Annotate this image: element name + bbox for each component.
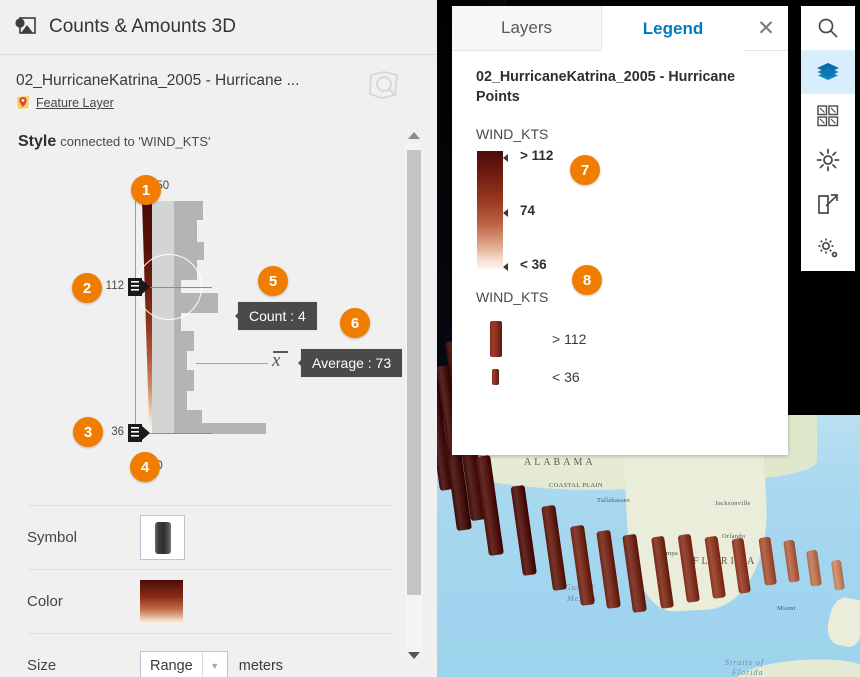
scroll-up-arrow[interactable]	[406, 128, 422, 142]
callout-badge-6: 6	[340, 308, 370, 338]
legend-size-item: > 112	[490, 320, 587, 357]
legend-color-ramp	[477, 150, 503, 269]
zoom-to-layer-icon[interactable]	[367, 69, 401, 101]
legend-tab-bar: Layers Legend ✕	[452, 6, 788, 51]
legend-size-field: WIND_KTS	[476, 288, 549, 305]
style-connected-line: Style connected to 'WIND_KTS'	[18, 133, 437, 151]
basemap-icon[interactable]	[801, 94, 855, 138]
scrollbar-thumb[interactable]	[407, 150, 421, 595]
style-field-text: connected to 'WIND_KTS'	[60, 134, 211, 150]
callout-badge-2: 2	[72, 273, 102, 303]
lower-handle-value: 36	[111, 426, 124, 438]
callout-badge-7: 7	[570, 155, 600, 185]
style-property-rows: Symbol Color Size Range ▼ meters	[27, 505, 392, 677]
map-pin-icon	[16, 95, 30, 111]
layer-title: 02_HurricaneKatrina_2005 - Hurricane ...	[16, 72, 300, 89]
ramp-stop-label: < 36	[520, 256, 547, 272]
search-icon[interactable]	[801, 6, 855, 50]
average-x-bar-symbol: x	[272, 350, 289, 371]
cylinder-symbol-icon	[492, 368, 499, 385]
symbol-label: Symbol	[27, 529, 78, 546]
color-label: Color	[27, 593, 63, 610]
feature-layer-link[interactable]: Feature Layer	[36, 96, 114, 110]
map-tools-toolbar	[801, 6, 855, 271]
ramp-tick	[503, 262, 508, 271]
layers-icon[interactable]	[801, 50, 855, 94]
slider-track[interactable]	[135, 201, 136, 434]
tab-layers[interactable]: Layers	[452, 6, 602, 51]
legend-color-ramp-block: > 112 74 < 36	[476, 147, 788, 272]
style-label: Style	[18, 133, 57, 151]
callout-badge-5: 5	[258, 266, 288, 296]
symbol-row: Symbol	[27, 505, 392, 569]
callout-badge-1: 1	[131, 175, 161, 205]
layer-info-block: 02_HurricaneKatrina_2005 - Hurricane ...	[0, 55, 437, 111]
size-row: Size Range ▼ meters	[27, 633, 392, 677]
callout-badge-3: 3	[73, 417, 103, 447]
legend-size-item: < 36	[490, 368, 580, 385]
legend-panel: Layers Legend ✕ 02_HurricaneKatrina_2005…	[452, 6, 788, 455]
cylinder-symbol-icon	[490, 320, 502, 357]
legend-color-field: WIND_KTS	[476, 125, 549, 142]
ramp-stop-label: 74	[520, 202, 536, 218]
image-icon	[14, 17, 36, 37]
feature-layer-line: Feature Layer	[16, 95, 423, 111]
cylinder-symbol-icon	[154, 521, 171, 554]
settings-icon[interactable]	[801, 226, 855, 270]
legend-layer-title: 02_HurricaneKatrina_2005 - Hurricane Poi…	[476, 69, 736, 106]
ramp-tick	[503, 208, 508, 217]
sun-icon[interactable]	[801, 138, 855, 182]
count-tooltip: Count : 4	[235, 301, 318, 331]
lower-slider-handle[interactable]	[128, 424, 150, 442]
tab-legend[interactable]: Legend	[602, 6, 744, 51]
legend-size-label: > 112	[552, 330, 587, 347]
average-leader-line	[196, 363, 268, 364]
style-panel: Counts & Amounts 3D 02_HurricaneKatrina_…	[0, 0, 437, 677]
symbol-preview-button[interactable]	[140, 515, 185, 560]
size-label: Size	[27, 657, 57, 674]
callout-badge-8: 8	[572, 265, 602, 295]
ramp-tick	[503, 153, 508, 162]
color-row: Color	[27, 569, 392, 633]
average-tooltip: Average : 73	[297, 348, 404, 378]
size-range-select[interactable]: Range ▼	[140, 650, 228, 677]
panel-header: Counts & Amounts 3D	[0, 0, 437, 55]
legend-content: 02_HurricaneKatrina_2005 - Hurricane Poi…	[452, 51, 788, 410]
legend-size-label: < 36	[552, 368, 580, 385]
upper-handle-line	[150, 287, 212, 288]
callout-badge-4: 4	[130, 452, 160, 482]
color-ramp-button[interactable]	[140, 579, 183, 624]
size-unit-label: meters	[238, 657, 284, 674]
legend-size-block: > 112 < 36	[476, 315, 788, 410]
size-range-value: Range	[150, 657, 193, 674]
chevron-down-icon[interactable]: ▼	[201, 651, 227, 677]
upper-slider-handle[interactable]	[128, 278, 150, 296]
close-icon[interactable]: ✕	[744, 6, 788, 51]
scroll-down-arrow[interactable]	[406, 648, 422, 662]
lower-handle-line	[150, 433, 212, 434]
share-icon[interactable]	[801, 182, 855, 226]
upper-handle-value: 112	[105, 280, 124, 292]
panel-title: Counts & Amounts 3D	[49, 16, 236, 37]
ramp-stop-label: > 112	[520, 147, 554, 163]
